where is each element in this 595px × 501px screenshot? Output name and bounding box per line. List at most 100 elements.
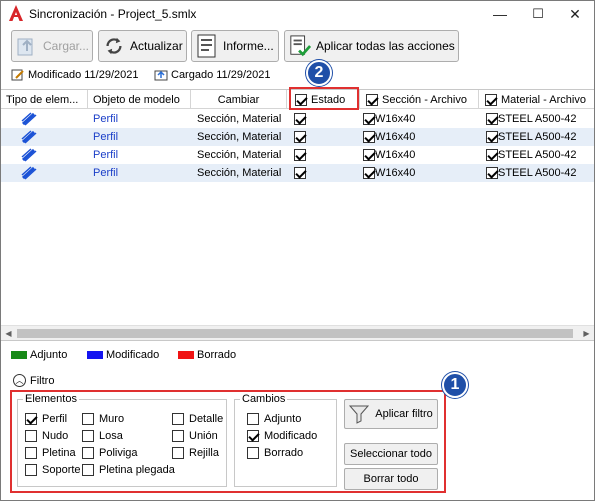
material-value: STEEL A500-42 (498, 113, 577, 125)
filter-losa[interactable]: Losa (82, 430, 123, 442)
filter-detalle[interactable]: Detalle (172, 413, 223, 425)
section-checkbox[interactable] (363, 149, 375, 161)
poliviga-checkbox[interactable] (82, 447, 94, 459)
adjunto-checkbox[interactable] (247, 413, 259, 425)
callout-two: 2 (306, 60, 332, 86)
load-status-icon (154, 70, 168, 81)
filter-toggle[interactable]: ︿ Filtro (13, 374, 54, 387)
load-button[interactable]: Cargar... (11, 30, 93, 62)
clear-all-label: Borrar todo (363, 473, 419, 485)
material-checkbox[interactable] (486, 113, 498, 125)
report-button[interactable]: Informe... (191, 30, 279, 62)
soporte-label: Soporte (42, 464, 81, 476)
filter-perfil[interactable]: Perfil (25, 413, 67, 425)
material-checkbox[interactable] (486, 149, 498, 161)
col-element-type[interactable]: Tipo de elem... (1, 90, 88, 109)
funnel-icon (349, 405, 370, 424)
filter-adjunto[interactable]: Adjunto (247, 413, 301, 425)
filter-union[interactable]: Unión (172, 430, 218, 442)
section-cell: W16x40 (363, 128, 477, 146)
state-highlight-box (289, 87, 359, 110)
modified-status: Modificado 11/29/2021 (11, 69, 139, 81)
table-row[interactable]: Perfil Sección, Material W16x40 STEEL A500-… (1, 146, 594, 164)
loaded-status: Cargado 11/29/2021 (154, 69, 271, 81)
filter-soporte[interactable]: Soporte (25, 464, 81, 476)
pletina-checkbox[interactable] (25, 447, 37, 459)
clear-all-button[interactable]: Borrar todo (344, 468, 438, 490)
filter-modificado[interactable]: Modificado (247, 430, 317, 442)
material-checkbox[interactable] (486, 131, 498, 143)
apply-all-button[interactable]: Aplicar todas las acciones (284, 30, 459, 62)
select-all-label: Seleccionar todo (350, 448, 432, 460)
material-value: STEEL A500-42 (498, 131, 577, 143)
minimize-button[interactable]: — (481, 1, 519, 27)
union-checkbox[interactable] (172, 430, 184, 442)
object-link[interactable]: Perfil (93, 146, 188, 164)
filter-label: Filtro (30, 374, 55, 387)
sync-window: Sincronización - Project_5.smlx — ☐ ✕ Ca… (0, 0, 595, 501)
pletina-plegada-checkbox[interactable] (82, 464, 94, 476)
object-link[interactable]: Perfil (93, 164, 188, 182)
object-link[interactable]: Perfil (93, 110, 188, 128)
rejilla-checkbox[interactable] (172, 447, 184, 459)
muro-checkbox[interactable] (82, 413, 94, 425)
state-checkbox[interactable] (294, 113, 306, 125)
material-header-checkbox[interactable] (485, 93, 497, 106)
filter-rejilla[interactable]: Rejilla (172, 447, 219, 459)
filter-poliviga[interactable]: Poliviga (82, 447, 138, 459)
select-all-button[interactable]: Seleccionar todo (344, 443, 438, 465)
col-model-object[interactable]: Objeto de modelo (88, 90, 191, 109)
legend-modified-label: Modificado (106, 349, 160, 361)
table-row[interactable]: Perfil Sección, Material W16x40 STEEL A500-… (1, 128, 594, 146)
detalle-checkbox[interactable] (172, 413, 184, 425)
material-value: STEEL A500-42 (498, 167, 577, 179)
perfil-checkbox[interactable] (25, 413, 37, 425)
table-row[interactable]: Perfil Sección, Material W16x40 STEEL A500-… (1, 164, 594, 182)
table-row[interactable]: Perfil Sección, Material W16x40 STEEL A500-… (1, 110, 594, 128)
filter-pletina[interactable]: Pletina (25, 447, 76, 459)
section-checkbox[interactable] (363, 131, 375, 143)
filter-pletina-plegada[interactable]: Pletina plegada (82, 464, 175, 476)
maximize-button[interactable]: ☐ (519, 1, 557, 27)
beam-icon (21, 110, 41, 128)
col-change[interactable]: Cambiar (191, 90, 287, 109)
state-cell (294, 128, 314, 146)
horizontal-scrollbar[interactable]: ◀ ▶ (1, 325, 594, 340)
state-checkbox[interactable] (294, 131, 306, 143)
scroll-left-icon[interactable]: ◀ (1, 326, 16, 340)
filter-borrado[interactable]: Borrado (247, 447, 303, 459)
object-link[interactable]: Perfil (93, 128, 188, 146)
legend-added: Adjunto (11, 349, 67, 361)
apply-all-label: Aplicar todas las acciones (316, 39, 455, 53)
legend-modified: Modificado (87, 349, 159, 361)
section-value: W16x40 (375, 131, 416, 143)
legend-added-label: Adjunto (30, 349, 68, 361)
state-cell (294, 164, 314, 182)
nudo-label: Nudo (42, 430, 69, 442)
borrado-checkbox[interactable] (247, 447, 259, 459)
changes-group-title: Cambios (240, 393, 288, 405)
section-checkbox[interactable] (363, 167, 375, 179)
section-header-checkbox[interactable] (366, 93, 378, 106)
rejilla-label: Rejilla (189, 447, 219, 459)
state-checkbox[interactable] (294, 167, 306, 179)
filter-nudo[interactable]: Nudo (25, 430, 68, 442)
losa-checkbox[interactable] (82, 430, 94, 442)
apply-filter-button[interactable]: Aplicar filtro (344, 399, 438, 429)
scroll-right-icon[interactable]: ▶ (579, 326, 594, 340)
pletina-label: Pletina (42, 447, 76, 459)
nudo-checkbox[interactable] (25, 430, 37, 442)
sync-grid: Tipo de elem... Objeto de modelo Cambiar… (1, 89, 594, 341)
close-button[interactable]: ✕ (556, 1, 594, 27)
material-checkbox[interactable] (486, 167, 498, 179)
col-material[interactable]: Material - Archivo (479, 90, 594, 109)
col-section[interactable]: Sección - Archivo (360, 90, 479, 109)
soporte-checkbox[interactable] (25, 464, 37, 476)
update-button[interactable]: Actualizar (98, 30, 187, 62)
modificado-checkbox[interactable] (247, 430, 259, 442)
filter-muro[interactable]: Muro (82, 413, 124, 425)
section-checkbox[interactable] (363, 113, 375, 125)
scroll-thumb[interactable] (17, 329, 573, 338)
state-checkbox[interactable] (294, 149, 306, 161)
title-bar: Sincronización - Project_5.smlx — ☐ ✕ (1, 1, 594, 27)
